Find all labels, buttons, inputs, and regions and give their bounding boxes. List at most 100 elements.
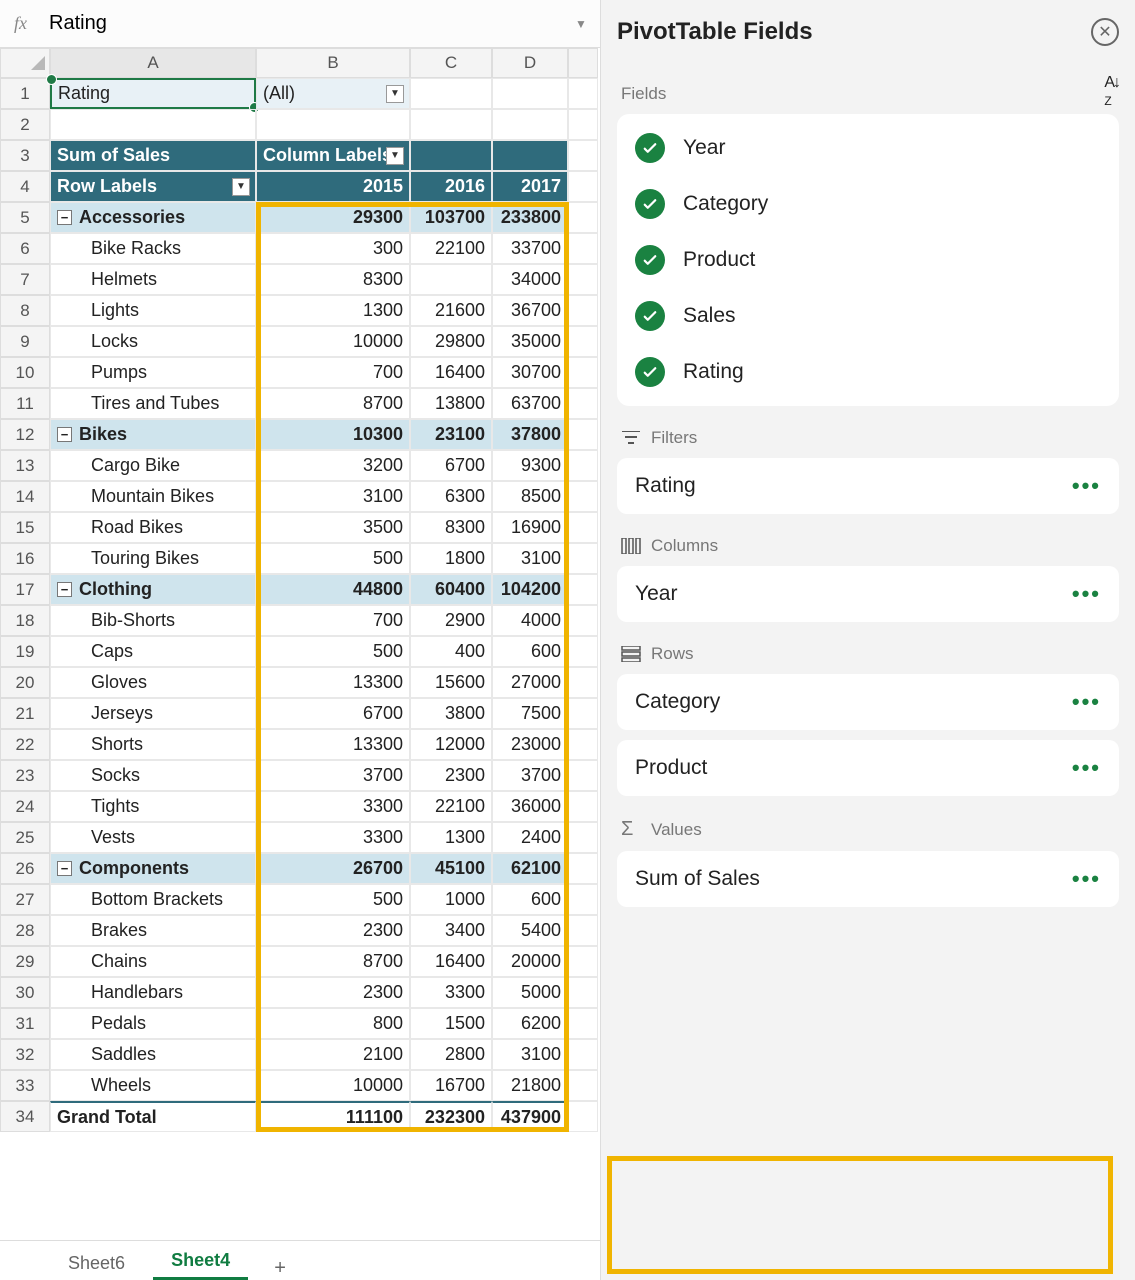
data-cell[interactable]: 62100 [492,853,568,884]
row-header[interactable]: 8 [0,295,50,326]
row-header[interactable]: 16 [0,543,50,574]
grand-total-val[interactable]: 111100 [256,1101,410,1132]
data-cell[interactable]: 2400 [492,822,568,853]
value-pill-sum-of-sales[interactable]: Sum of Sales ••• [617,851,1119,907]
data-cell[interactable]: 4000 [492,605,568,636]
row-header[interactable]: 34 [0,1101,50,1132]
product-row[interactable]: Shorts [50,729,256,760]
data-cell[interactable]: 3300 [410,977,492,1008]
data-cell[interactable]: 233800 [492,202,568,233]
field-item[interactable]: Year [617,120,1119,176]
collapse-icon[interactable]: − [57,210,72,225]
product-row[interactable]: Vests [50,822,256,853]
cell[interactable] [568,729,598,760]
data-cell[interactable]: 29800 [410,326,492,357]
cell[interactable] [568,171,598,202]
add-sheet-button[interactable]: + [268,1256,292,1280]
data-cell[interactable]: 36700 [492,295,568,326]
cell[interactable] [568,543,598,574]
data-cell[interactable]: 1300 [256,295,410,326]
cell[interactable] [492,140,568,171]
row-header[interactable]: 21 [0,698,50,729]
data-cell[interactable]: 6700 [256,698,410,729]
spreadsheet-grid[interactable]: A B C D 1 Rating (All) ▼ 2 3 Sum of Sale… [0,48,600,1132]
cell[interactable] [568,295,598,326]
grand-total-label[interactable]: Grand Total [50,1101,256,1132]
data-cell[interactable]: 60400 [410,574,492,605]
product-row[interactable]: Bib-Shorts [50,605,256,636]
row-header[interactable]: 7 [0,264,50,295]
data-cell[interactable]: 800 [256,1008,410,1039]
row-header[interactable]: 32 [0,1039,50,1070]
cell[interactable] [256,109,410,140]
collapse-icon[interactable]: − [57,861,72,876]
collapse-icon[interactable]: − [57,427,72,442]
data-cell[interactable] [410,264,492,295]
data-cell[interactable]: 6300 [410,481,492,512]
row-header[interactable]: 3 [0,140,50,171]
row-header[interactable]: 17 [0,574,50,605]
year-header[interactable]: 2016 [410,171,492,202]
more-icon[interactable]: ••• [1072,581,1101,607]
data-cell[interactable]: 29300 [256,202,410,233]
field-item[interactable]: Rating [617,344,1119,400]
row-header[interactable]: 4 [0,171,50,202]
row-header[interactable]: 33 [0,1070,50,1101]
data-cell[interactable]: 10300 [256,419,410,450]
collapse-icon[interactable]: − [57,582,72,597]
data-cell[interactable]: 15600 [410,667,492,698]
data-cell[interactable]: 23100 [410,419,492,450]
data-cell[interactable]: 27000 [492,667,568,698]
data-cell[interactable]: 23000 [492,729,568,760]
product-row[interactable]: Wheels [50,1070,256,1101]
row-dropdown-icon[interactable]: ▼ [232,178,250,196]
grand-total-val[interactable]: 437900 [492,1101,568,1132]
data-cell[interactable]: 103700 [410,202,492,233]
filter-dropdown-icon[interactable]: ▼ [386,85,404,103]
product-row[interactable]: Chains [50,946,256,977]
data-cell[interactable]: 37800 [492,419,568,450]
data-cell[interactable]: 8700 [256,946,410,977]
data-cell[interactable]: 45100 [410,853,492,884]
cell[interactable] [568,1008,598,1039]
cell[interactable] [568,915,598,946]
product-row[interactable]: Gloves [50,667,256,698]
sort-fields-button[interactable]: A↓Z [1104,74,1119,110]
data-cell[interactable]: 13800 [410,388,492,419]
data-cell[interactable]: 300 [256,233,410,264]
category-row[interactable]: −Accessories [50,202,256,233]
cell[interactable] [568,202,598,233]
cell[interactable] [568,698,598,729]
row-header[interactable]: 15 [0,512,50,543]
cell[interactable] [568,388,598,419]
cell[interactable] [568,140,598,171]
data-cell[interactable]: 10000 [256,1070,410,1101]
cell[interactable] [492,109,568,140]
data-cell[interactable]: 8300 [256,264,410,295]
field-item[interactable]: Product [617,232,1119,288]
data-cell[interactable]: 36000 [492,791,568,822]
year-header[interactable]: 2017 [492,171,568,202]
col-header-a[interactable]: A [50,48,256,78]
data-cell[interactable]: 21600 [410,295,492,326]
category-row[interactable]: −Components [50,853,256,884]
row-header[interactable]: 10 [0,357,50,388]
data-cell[interactable]: 1800 [410,543,492,574]
cell[interactable] [568,264,598,295]
data-cell[interactable]: 400 [410,636,492,667]
row-header[interactable]: 14 [0,481,50,512]
product-row[interactable]: Mountain Bikes [50,481,256,512]
formula-input[interactable] [41,0,562,47]
data-cell[interactable]: 44800 [256,574,410,605]
product-row[interactable]: Tires and Tubes [50,388,256,419]
cell[interactable] [568,667,598,698]
more-icon[interactable]: ••• [1072,689,1101,715]
cell[interactable] [568,884,598,915]
row-header[interactable]: 19 [0,636,50,667]
cell[interactable] [568,1070,598,1101]
data-cell[interactable]: 500 [256,543,410,574]
column-pill-year[interactable]: Year ••• [617,566,1119,622]
row-pill-category[interactable]: Category ••• [617,674,1119,730]
col-header-d[interactable]: D [492,48,568,78]
cell[interactable] [568,419,598,450]
